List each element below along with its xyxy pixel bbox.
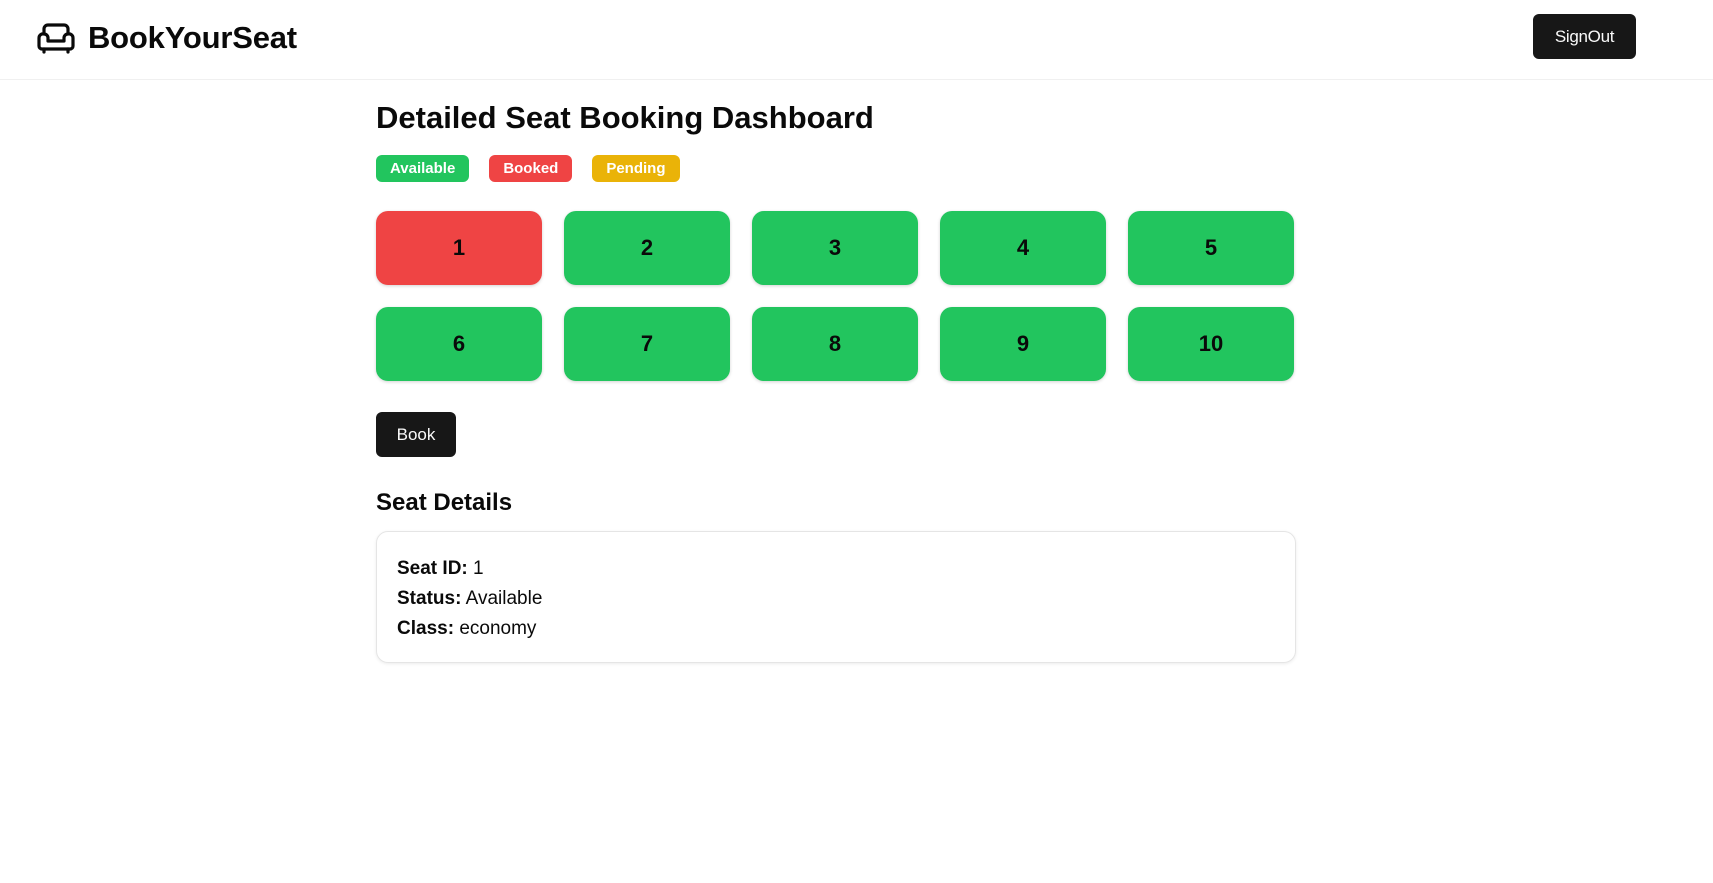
seat-button[interactable]: 1	[376, 211, 542, 285]
seat-id-value: 1	[473, 558, 484, 579]
seat-details-heading: Seat Details	[376, 489, 513, 516]
seat-button[interactable]: 3	[752, 211, 918, 285]
status-value: Available	[465, 588, 543, 609]
seat-button[interactable]: 5	[1128, 211, 1294, 285]
brand-link[interactable]: BookYourSeat	[36, 18, 297, 58]
class-value: economy	[459, 618, 537, 639]
dashboard-main: Detailed Seat Booking Dashboard Availabl…	[376, 96, 1296, 663]
class-row: Class: economy	[397, 614, 1275, 644]
seat-id-label: Seat ID:	[397, 558, 468, 579]
status-row: Status: Available	[397, 584, 1275, 614]
class-label: Class:	[397, 618, 455, 639]
seat-id-row: Seat ID: 1	[397, 554, 1275, 584]
seat-button[interactable]: 4	[940, 211, 1106, 285]
book-button[interactable]: Book	[376, 412, 456, 457]
signout-button[interactable]: SignOut	[1533, 14, 1636, 59]
seat-button[interactable]: 10	[1128, 307, 1294, 381]
status-legend: Available Booked Pending	[376, 155, 1296, 182]
navbar: BookYourSeat SignOut	[0, 0, 1713, 80]
legend-booked-badge: Booked	[489, 155, 573, 182]
seat-button[interactable]: 8	[752, 307, 918, 381]
seat-details-card: Seat ID: 1 Status: Available Class: econ…	[376, 531, 1296, 663]
legend-available-badge: Available	[376, 155, 470, 182]
sofa-icon	[36, 18, 76, 58]
seat-grid: 1 2 3 4 5 6 7 8 9 10	[376, 211, 1296, 381]
status-label: Status:	[397, 588, 462, 609]
seat-button[interactable]: 9	[940, 307, 1106, 381]
seat-button[interactable]: 7	[564, 307, 730, 381]
page-title: Detailed Seat Booking Dashboard	[376, 100, 874, 135]
legend-pending-badge: Pending	[592, 155, 680, 182]
brand-name: BookYourSeat	[88, 20, 297, 55]
seat-button[interactable]: 6	[376, 307, 542, 381]
seat-button[interactable]: 2	[564, 211, 730, 285]
